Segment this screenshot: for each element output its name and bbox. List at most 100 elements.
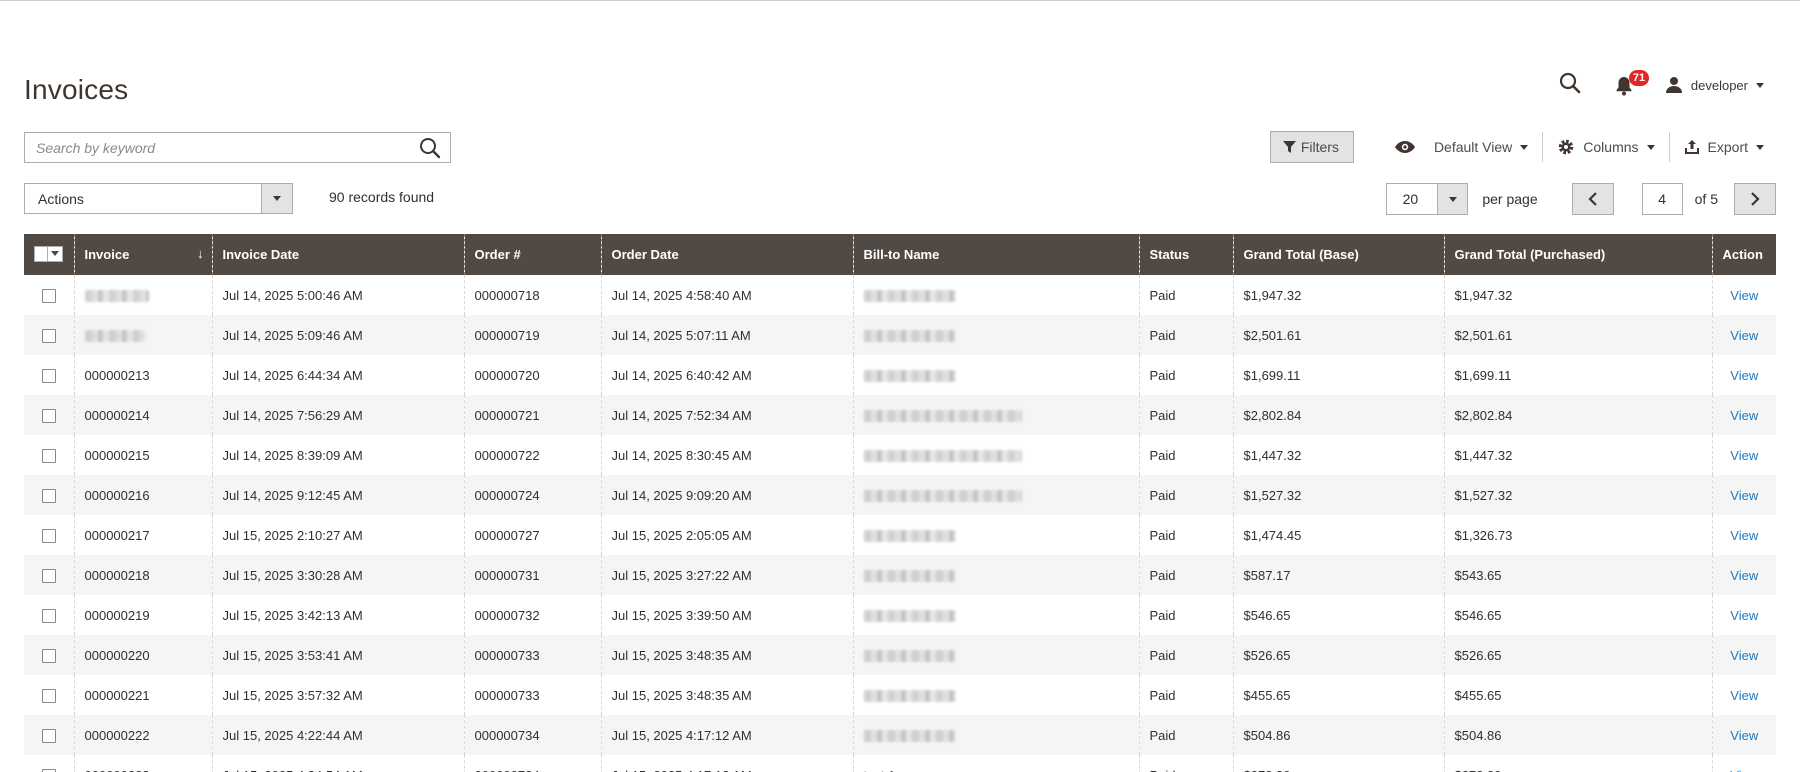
row-checkbox[interactable] [41,568,56,583]
export-icon [1684,140,1699,154]
row-checkbox[interactable] [41,608,56,623]
view-link[interactable]: View [1730,288,1758,303]
bell-icon[interactable]: 71 [1615,70,1650,98]
global-search-icon[interactable] [1559,72,1585,98]
order-number-cell: 000000721 [463,395,601,435]
row-checkbox[interactable] [41,288,56,303]
row-select-cell [24,515,74,555]
view-link[interactable]: View [1730,328,1758,343]
filters-button[interactable]: Filters [1269,131,1354,163]
order-number-cell: 000000727 [463,515,601,555]
redacted-bill-to-name [863,690,956,703]
table-row[interactable]: 000000218 Jul 15, 2025 3:30:28 AM 00000073… [24,555,1776,595]
table-row[interactable]: 000000214 Jul 14, 2025 7:56:29 AM 00000072… [24,395,1776,435]
mass-actions-dropdown[interactable]: Actions [24,183,293,214]
per-page-value: 20 [1402,191,1419,207]
table-row[interactable]: 000000219 Jul 15, 2025 3:42:13 AM 00000073… [24,595,1776,635]
order-number-cell: 000000722 [463,435,601,475]
view-link[interactable]: View [1730,728,1758,743]
table-row[interactable]: 000000223Jul 15, 2025 4:24:54 AM00000073… [24,755,1776,772]
invoices-grid: Invoice ↓ Invoice Date Order # Order Date… [24,234,1776,772]
invoice-date-cell: Jul 14, 2025 7:56:29 AM [211,395,464,435]
view-link[interactable]: View [1730,688,1758,703]
previous-page-button[interactable] [1571,183,1614,215]
row-checkbox[interactable] [41,528,56,543]
row-select-cell [24,395,74,435]
invoice-date-cell: Jul 15, 2025 2:10:27 AM [211,515,464,555]
row-checkbox[interactable] [41,408,56,423]
grand-total-base-cell: $587.17 [1232,555,1444,595]
column-header-grand-total-purchased[interactable]: Grand Total (Purchased) [1443,234,1712,275]
table-row[interactable]: Jul 14, 2025 5:09:46 AM 000000719 Jul 14, … [24,315,1776,355]
bill-to-name-cell [852,475,1139,515]
view-link[interactable]: View [1730,768,1758,772]
row-checkbox[interactable] [41,488,56,503]
table-row[interactable]: 000000221 Jul 15, 2025 3:57:32 AM 00000073… [24,675,1776,715]
search-input[interactable] [25,133,410,162]
table-row[interactable]: 000000220 Jul 15, 2025 3:53:41 AM 00000073… [24,635,1776,675]
notification-count-badge: 71 [1628,70,1650,86]
grand-total-purchased-cell: $543.65 [1443,555,1712,595]
redacted-bill-to-name [863,450,1022,463]
grand-total-purchased-cell: $526.65 [1443,635,1712,675]
invoice-date-cell: Jul 15, 2025 3:57:32 AM [211,675,464,715]
table-row[interactable]: 000000215 Jul 14, 2025 8:39:09 AM 00000072… [24,435,1776,475]
grid-toolbar: Filters Default View Columns Export [1269,131,1764,163]
chevron-down-icon [1646,144,1655,150]
view-link[interactable]: View [1730,448,1758,463]
row-checkbox[interactable] [41,648,56,663]
per-page-select[interactable]: 20 [1386,183,1469,215]
view-link[interactable]: View [1730,608,1758,623]
view-link[interactable]: View [1730,408,1758,423]
table-row[interactable]: 000000216 Jul 14, 2025 9:12:45 AM 00000072… [24,475,1776,515]
grand-total-purchased-cell: $1,947.32 [1443,275,1712,315]
row-checkbox[interactable] [41,688,56,703]
mass-select-checkbox[interactable] [34,245,63,262]
row-checkbox[interactable] [41,368,56,383]
row-checkbox[interactable] [41,448,56,463]
action-cell: View [1711,435,1776,475]
invoice-cell: 000000223 [73,755,212,772]
table-row[interactable]: 000000222 Jul 15, 2025 4:22:44 AM 00000073… [24,715,1776,755]
view-link[interactable]: View [1730,648,1758,663]
view-link[interactable]: View [1730,568,1758,583]
view-switcher[interactable]: Default View [1380,131,1542,163]
table-row[interactable]: Jul 14, 2025 5:00:46 AM 000000718 Jul 14, … [24,275,1776,315]
order-number-cell: 000000719 [463,315,601,355]
invoice-cell [73,315,212,355]
column-header-grand-total-base[interactable]: Grand Total (Base) [1232,234,1444,275]
column-header-invoice[interactable]: Invoice ↓ [73,234,212,275]
grand-total-purchased-cell: $504.86 [1443,715,1712,755]
invoice-date-cell: Jul 15, 2025 3:30:28 AM [211,555,464,595]
bill-to-name-cell: test 1 company [852,755,1139,772]
columns-button[interactable]: Columns [1543,131,1668,163]
action-cell: View [1711,635,1776,675]
row-checkbox[interactable] [41,728,56,743]
status-cell: Paid [1138,675,1233,715]
row-checkbox[interactable] [41,328,56,343]
column-header-bill-to-name[interactable]: Bill-to Name [852,234,1139,275]
column-header-order-date[interactable]: Order Date [600,234,853,275]
column-header-status[interactable]: Status [1138,234,1233,275]
row-select-cell [24,595,74,635]
search-button[interactable] [410,133,450,162]
current-page-input[interactable]: 4 [1641,183,1683,215]
column-header-invoice-date[interactable]: Invoice Date [211,234,464,275]
invoice-date-cell: Jul 15, 2025 3:53:41 AM [211,635,464,675]
view-link[interactable]: View [1730,368,1758,383]
next-page-button[interactable] [1734,183,1776,215]
order-date-cell: Jul 15, 2025 3:39:50 AM [600,595,853,635]
table-row[interactable]: 000000213 Jul 14, 2025 6:44:34 AM 00000072… [24,355,1776,395]
view-link[interactable]: View [1730,488,1758,503]
invoice-cell [73,275,212,315]
action-cell: View [1711,355,1776,395]
action-cell: View [1711,395,1776,435]
order-date-cell: Jul 15, 2025 3:48:35 AM [600,635,853,675]
column-header-order-number[interactable]: Order # [463,234,601,275]
invoice-cell: 000000216 [73,475,212,515]
user-menu[interactable]: developer [1665,76,1764,94]
chevron-down-icon [1756,144,1764,150]
view-link[interactable]: View [1730,528,1758,543]
export-button[interactable]: Export [1670,131,1764,163]
table-row[interactable]: 000000217 Jul 15, 2025 2:10:27 AM 00000072… [24,515,1776,555]
